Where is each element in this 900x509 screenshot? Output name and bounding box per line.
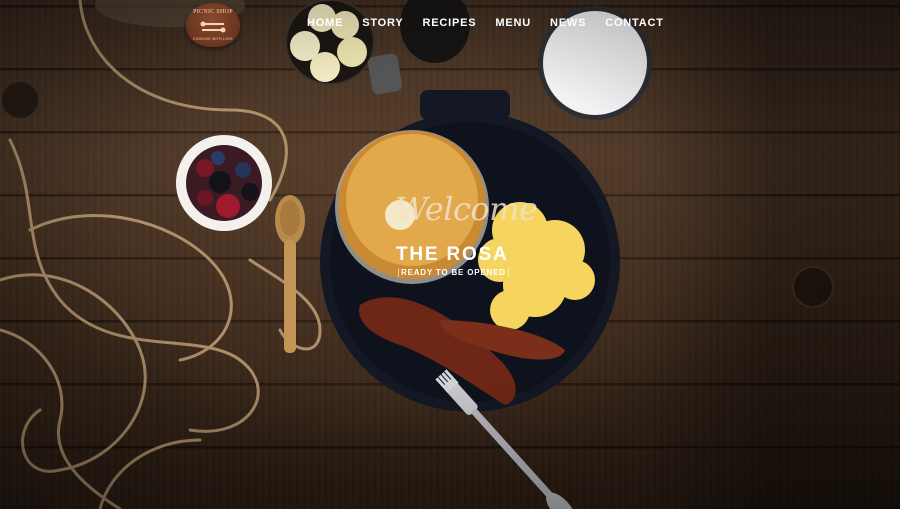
nav-item-recipes[interactable]: RECIPES [423,17,477,29]
site-logo[interactable]: PICNIC SHOP COOKING WITH LOVE [186,3,240,47]
main-navigation: HOME STORY RECIPES MENU NEWS CONTACT [307,17,664,29]
nav-item-contact[interactable]: CONTACT [605,17,664,29]
hero-subtitle: READY TO BE OPENED [398,268,509,277]
nav-item-home[interactable]: HOME [307,17,343,29]
logo-tagline: COOKING WITH LOVE [192,37,234,41]
hero-welcome-script: Welcome [395,190,538,228]
logo-name: PICNIC SHOP [193,9,233,15]
hero-title: THE ROSA [396,244,509,265]
nav-item-menu[interactable]: MENU [495,17,531,29]
cutlery-icon [200,21,226,33]
nav-item-story[interactable]: STORY [362,17,403,29]
nav-item-news[interactable]: NEWS [550,17,586,29]
